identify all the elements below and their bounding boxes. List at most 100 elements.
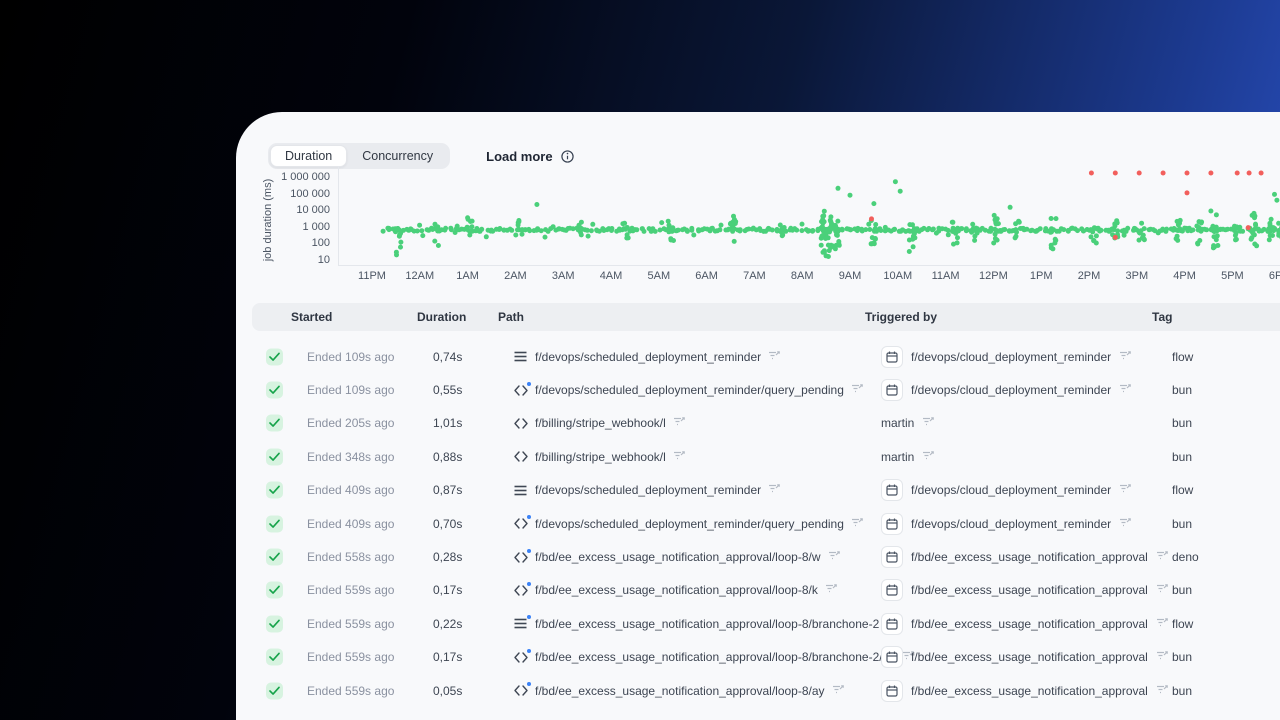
started-cell: Ended 409s ago bbox=[307, 483, 395, 498]
triggered-by-text[interactable]: f/bd/ee_excess_usage_notification_approv… bbox=[911, 583, 1148, 597]
path-text[interactable]: f/devops/scheduled_deployment_reminder/q… bbox=[535, 383, 844, 397]
filter-by-path-icon[interactable] bbox=[673, 448, 685, 466]
schedule-calendar-icon bbox=[881, 612, 903, 635]
success-check-icon bbox=[266, 414, 283, 432]
path-cell: f/devops/scheduled_deployment_reminder/q… bbox=[514, 515, 863, 533]
code-icon bbox=[514, 648, 531, 663]
y-tick: 100 bbox=[311, 237, 330, 250]
run-row[interactable]: Ended 348s ago 0,88s f/billing/stripe_webh… bbox=[252, 440, 1280, 473]
run-row[interactable]: Ended 559s ago 0,17s f/bd/ee_excess_usage_… bbox=[252, 574, 1280, 607]
triggered-by-text[interactable]: f/devops/cloud_deployment_reminder bbox=[911, 517, 1111, 531]
filter-by-trigger-icon[interactable] bbox=[922, 414, 935, 432]
duration-cell: 0,28s bbox=[433, 550, 463, 565]
filter-by-path-icon[interactable] bbox=[673, 414, 685, 432]
run-row[interactable]: Ended 109s ago 0,55s f/devops/scheduled_de… bbox=[252, 373, 1280, 406]
filter-by-path-icon[interactable] bbox=[828, 548, 840, 566]
runs-panel: Duration Concurrency Load more job durat… bbox=[236, 112, 1280, 720]
run-row[interactable]: Ended 559s ago 0,05s f/bd/ee_excess_usage_… bbox=[252, 674, 1280, 707]
run-row[interactable]: Ended 559s ago 0,22s f/bd/ee_excess_usage_… bbox=[252, 607, 1280, 640]
path-text[interactable]: f/bd/ee_excess_usage_notification_approv… bbox=[535, 583, 818, 597]
duration-cell: 0,55s bbox=[433, 383, 463, 398]
run-row[interactable]: Ended 409s ago 0,70s f/devops/scheduled_de… bbox=[252, 507, 1280, 540]
filter-by-path-icon[interactable] bbox=[768, 348, 780, 366]
path-text[interactable]: f/bd/ee_excess_usage_notification_approv… bbox=[535, 617, 879, 631]
started-cell: Ended 559s ago bbox=[307, 616, 395, 631]
schedule-calendar-icon bbox=[881, 379, 903, 402]
path-text[interactable]: f/billing/stripe_webhook/l bbox=[535, 416, 666, 430]
path-text[interactable]: f/bd/ee_excess_usage_notification_approv… bbox=[535, 650, 895, 664]
path-cell: f/bd/ee_excess_usage_notification_approv… bbox=[514, 581, 837, 599]
filter-by-path-icon[interactable] bbox=[832, 682, 844, 700]
path-text[interactable]: f/bd/ee_excess_usage_notification_approv… bbox=[535, 684, 825, 698]
triggered-by-text[interactable]: f/bd/ee_excess_usage_notification_approv… bbox=[911, 684, 1148, 698]
path-cell: f/bd/ee_excess_usage_notification_approv… bbox=[514, 615, 899, 633]
triggered-by-cell: f/bd/ee_excess_usage_notification_approv… bbox=[881, 612, 1168, 635]
path-cell: f/bd/ee_excess_usage_notification_approv… bbox=[514, 548, 840, 566]
code-icon bbox=[514, 548, 531, 563]
code-icon bbox=[514, 515, 531, 529]
triggered-by-text[interactable]: f/devops/cloud_deployment_reminder bbox=[911, 483, 1111, 497]
filter-by-trigger-icon[interactable] bbox=[1119, 381, 1131, 399]
code-icon bbox=[514, 581, 531, 596]
notification-dot bbox=[527, 615, 531, 620]
path-cell: f/bd/ee_excess_usage_notification_approv… bbox=[514, 648, 915, 666]
flow-icon bbox=[514, 485, 528, 496]
filter-by-trigger-icon[interactable] bbox=[922, 448, 935, 466]
triggered-by-text[interactable]: f/devops/cloud_deployment_reminder bbox=[911, 383, 1111, 397]
triggered-by-cell: f/bd/ee_excess_usage_notification_approv… bbox=[881, 679, 1168, 702]
y-tick: 10 000 bbox=[296, 204, 330, 217]
triggered-by-text[interactable]: f/bd/ee_excess_usage_notification_approv… bbox=[911, 550, 1148, 564]
triggered-by-cell: f/bd/ee_excess_usage_notification_approv… bbox=[881, 646, 1168, 669]
duration-cell: 0,05s bbox=[433, 683, 463, 698]
info-icon[interactable] bbox=[560, 149, 574, 163]
filter-by-path-icon[interactable] bbox=[768, 481, 780, 499]
filter-by-path-icon[interactable] bbox=[851, 515, 863, 533]
success-check-icon bbox=[266, 481, 283, 499]
run-row[interactable]: Ended 109s ago 0,74s f/devops/scheduled_de… bbox=[252, 340, 1280, 373]
y-tick: 100 000 bbox=[290, 187, 330, 200]
tag-cell: bun bbox=[1172, 583, 1193, 598]
started-cell: Ended 109s ago bbox=[307, 349, 395, 364]
filter-by-trigger-icon[interactable] bbox=[1156, 648, 1168, 666]
path-text[interactable]: f/devops/scheduled_deployment_reminder/q… bbox=[535, 517, 844, 531]
triggered-by-text[interactable]: f/devops/cloud_deployment_reminder bbox=[911, 350, 1111, 364]
tab-duration[interactable]: Duration bbox=[270, 144, 348, 168]
triggered-by-cell: f/devops/cloud_deployment_reminder bbox=[881, 512, 1131, 535]
success-check-icon bbox=[266, 615, 283, 633]
triggered-by-text[interactable]: f/bd/ee_excess_usage_notification_approv… bbox=[911, 617, 1148, 631]
y-tick: 1 000 000 bbox=[281, 171, 330, 183]
filter-by-path-icon[interactable] bbox=[825, 581, 837, 599]
filter-by-trigger-icon[interactable] bbox=[1156, 581, 1168, 599]
run-row[interactable]: Ended 559s ago 0,17s f/bd/ee_excess_usage_… bbox=[252, 641, 1280, 674]
run-row[interactable]: Ended 409s ago 0,87s f/devops/scheduled_de… bbox=[252, 474, 1280, 507]
filter-by-trigger-icon[interactable] bbox=[1119, 481, 1131, 499]
tab-concurrency[interactable]: Concurrency bbox=[347, 145, 448, 168]
success-check-icon bbox=[266, 448, 283, 466]
tag-cell: bun bbox=[1172, 416, 1193, 431]
code-icon bbox=[514, 381, 531, 396]
path-text[interactable]: f/billing/stripe_webhook/l bbox=[535, 450, 666, 464]
success-check-icon bbox=[266, 648, 283, 666]
filter-by-trigger-icon[interactable] bbox=[1119, 348, 1131, 366]
load-more-button[interactable]: Load more bbox=[486, 149, 552, 164]
path-text[interactable]: f/devops/scheduled_deployment_reminder bbox=[535, 483, 761, 497]
run-row[interactable]: Ended 558s ago 0,28s f/bd/ee_excess_usage_… bbox=[252, 540, 1280, 573]
filter-by-trigger-icon[interactable] bbox=[1119, 515, 1131, 533]
filter-by-trigger-icon[interactable] bbox=[1156, 682, 1168, 700]
filter-by-trigger-icon[interactable] bbox=[1156, 548, 1168, 566]
code-icon bbox=[514, 418, 528, 429]
triggered-by-text[interactable]: martin bbox=[881, 416, 914, 430]
started-cell: Ended 109s ago bbox=[307, 383, 395, 398]
success-check-icon bbox=[266, 682, 283, 700]
filter-by-trigger-icon[interactable] bbox=[1156, 615, 1168, 633]
path-text[interactable]: f/bd/ee_excess_usage_notification_approv… bbox=[535, 550, 821, 564]
run-row[interactable]: Ended 205s ago 1,01s f/billing/stripe_webh… bbox=[252, 407, 1280, 440]
y-tick: 1 000 bbox=[302, 220, 330, 233]
triggered-by-cell: f/devops/cloud_deployment_reminder bbox=[881, 479, 1131, 502]
triggered-by-text[interactable]: f/bd/ee_excess_usage_notification_approv… bbox=[911, 650, 1148, 664]
success-check-icon bbox=[266, 548, 283, 566]
path-text[interactable]: f/devops/scheduled_deployment_reminder bbox=[535, 350, 761, 364]
filter-by-path-icon[interactable] bbox=[851, 381, 863, 399]
triggered-by-text[interactable]: martin bbox=[881, 450, 914, 464]
scatter-plot[interactable] bbox=[338, 166, 1280, 267]
